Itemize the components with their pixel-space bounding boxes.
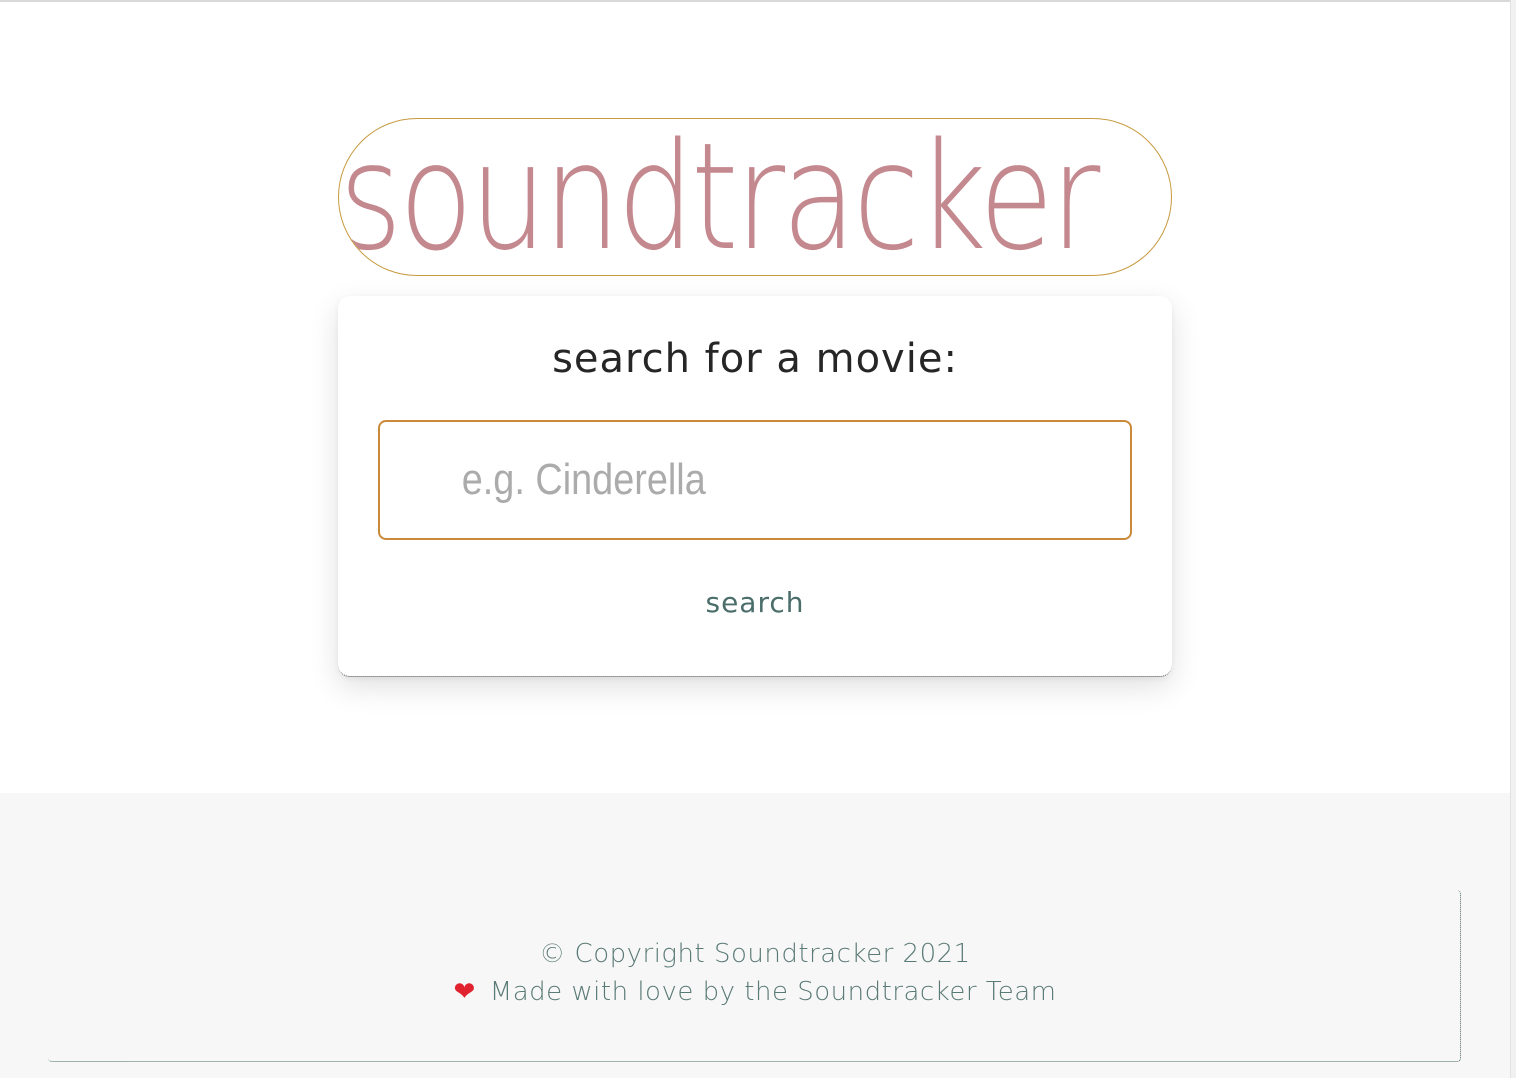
search-heading: search for a movie: <box>552 336 958 382</box>
logo-banner: soundtracker <box>338 118 1172 276</box>
search-button[interactable]: search <box>705 580 805 624</box>
made-with-love-line: ❤ Made with love by the Soundtracker Team <box>0 977 1510 1007</box>
top-border <box>0 0 1516 2</box>
copyright-text: © Copyright Soundtracker 2021 <box>539 939 971 969</box>
search-card: search for a movie: search <box>338 296 1172 677</box>
movie-search-input[interactable] <box>378 420 1132 540</box>
footer: © Copyright Soundtracker 2021 ❤ Made with… <box>0 793 1510 1078</box>
logo-text: soundtracker <box>339 118 1100 276</box>
scrollbar-track[interactable] <box>1510 0 1516 1078</box>
heart-icon: ❤ <box>453 977 476 1007</box>
footer-frame <box>48 890 1461 1062</box>
made-with-love-text: Made with love by the Soundtracker Team <box>489 977 1057 1007</box>
